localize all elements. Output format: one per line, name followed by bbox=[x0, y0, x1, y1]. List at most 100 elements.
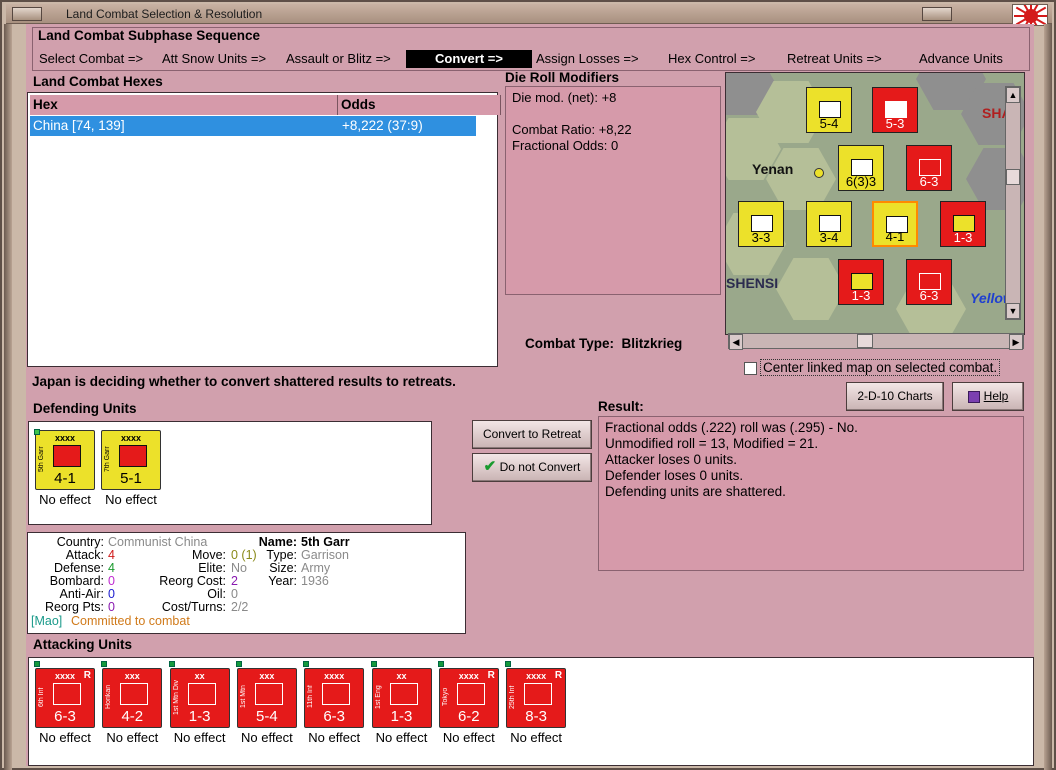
reserve-marker: R bbox=[487, 670, 495, 681]
result-panel: Fractional odds (.222) roll was (.295) -… bbox=[598, 416, 1024, 571]
scroll-thumb[interactable] bbox=[857, 334, 873, 348]
die-roll-modifiers-title: Die Roll Modifiers bbox=[505, 70, 620, 85]
help-label: Help bbox=[983, 389, 1009, 403]
map-counter[interactable]: 5-4 bbox=[806, 87, 852, 133]
garrison-icon bbox=[119, 445, 147, 467]
map-counter-selected[interactable]: 4-1 bbox=[872, 201, 918, 247]
unit-counter: xxxx 25th Inf 8-3 R bbox=[506, 668, 567, 728]
linked-map[interactable]: Yenan SHENSI Yellow SHA 5-4 5-3 6(3)3 6-… bbox=[725, 72, 1025, 335]
unit-counter: xxxx Tokyo 6-2 R bbox=[438, 668, 499, 728]
unit-strength: 8-3 bbox=[525, 708, 547, 725]
column-header-odds[interactable]: Odds bbox=[338, 95, 501, 115]
map-label-shensi: SHENSI bbox=[726, 275, 779, 291]
minimize-button[interactable] bbox=[922, 7, 952, 21]
result-title: Result: bbox=[598, 399, 644, 414]
center-linked-map-label[interactable]: Center linked map on selected combat. bbox=[760, 359, 1001, 376]
combat-type-label: Combat Type: bbox=[525, 336, 615, 351]
do-not-convert-label: Do not Convert bbox=[499, 460, 581, 474]
scroll-thumb[interactable] bbox=[1006, 169, 1020, 185]
status-dot-icon bbox=[505, 661, 512, 667]
scroll-down-icon[interactable]: ▼ bbox=[1006, 303, 1020, 319]
phase-att-snow-units: Att Snow Units => bbox=[162, 51, 267, 66]
year-label: Year: bbox=[268, 574, 297, 588]
unit-counter: xxxx 6th Inf 6-3 R bbox=[35, 668, 95, 728]
unit-effect: No effect bbox=[39, 730, 91, 745]
land-combat-hexes-title: Land Combat Hexes bbox=[33, 74, 163, 89]
scroll-left-icon[interactable]: ◀ bbox=[729, 334, 743, 350]
unit-type-icon bbox=[254, 683, 283, 705]
unit-strength: 6-2 bbox=[457, 708, 480, 725]
frame-right bbox=[1044, 24, 1052, 770]
unit-type-icon bbox=[456, 683, 485, 705]
unit-effect: No effect bbox=[106, 730, 159, 745]
map-counter[interactable]: 6(3)3 bbox=[838, 145, 884, 191]
status-dot-icon bbox=[437, 661, 444, 667]
phase-convert-current: Convert => bbox=[406, 50, 532, 68]
status-dot-icon bbox=[34, 661, 40, 667]
map-vertical-scrollbar[interactable]: ▲ ▼ bbox=[1005, 86, 1021, 320]
unit-type-icon bbox=[524, 683, 553, 705]
hex-cell: China [74, 139] bbox=[33, 118, 125, 133]
status-dot-icon bbox=[370, 661, 377, 667]
map-counter[interactable]: 3-3 bbox=[738, 201, 784, 247]
table-row[interactable]: China [74, 139] +8,222 (37:9) bbox=[30, 116, 476, 136]
map-horizontal-scrollbar[interactable]: ◀ ▶ bbox=[728, 333, 1024, 350]
leader-value: [Mao] bbox=[31, 614, 63, 628]
unit-effect: No effect bbox=[510, 730, 562, 745]
map-counter[interactable]: 6-3 bbox=[906, 145, 952, 191]
phase-assault-or-blitz: Assault or Blitz => bbox=[286, 51, 391, 66]
scroll-up-icon[interactable]: ▲ bbox=[1006, 87, 1020, 103]
phase-retreat-units: Retreat Units => bbox=[787, 51, 882, 66]
status-dot-icon bbox=[168, 661, 175, 667]
map-counter[interactable]: 1-3 bbox=[940, 201, 986, 247]
unit-strength: 4-1 bbox=[54, 470, 76, 487]
unit-type-icon bbox=[187, 683, 216, 705]
do-not-convert-button[interactable]: ✔ Do not Convert bbox=[472, 453, 592, 482]
result-line: Attacker loses 0 units. bbox=[605, 452, 738, 467]
unit-type-icon bbox=[322, 683, 351, 705]
status-message: Japan is deciding whether to convert sha… bbox=[32, 374, 456, 389]
help-button[interactable]: Help bbox=[952, 382, 1024, 411]
odds-cell: +8,222 (37:9) bbox=[342, 118, 423, 133]
unit-type-icon bbox=[389, 683, 418, 705]
status-value: Committed to combat bbox=[71, 614, 190, 628]
unit-effect: No effect bbox=[240, 730, 293, 745]
result-line: Defender loses 0 units. bbox=[605, 468, 744, 483]
result-line: Fractional odds (.222) roll was (.295) -… bbox=[605, 420, 858, 435]
phase-sequence-title: Land Combat Subphase Sequence bbox=[38, 28, 261, 43]
unit-counter: xxx Horikan 4-2 bbox=[102, 668, 163, 728]
result-line: Unmodified roll = 13, Modified = 21. bbox=[605, 436, 819, 451]
reserve-marker: R bbox=[83, 670, 91, 681]
unit-info-panel: Country: Communist China Attack: 4 Defen… bbox=[27, 532, 466, 634]
map-label-yenan: Yenan bbox=[752, 161, 794, 177]
combat-type-value: Blitzkrieg bbox=[621, 336, 683, 351]
charts-button[interactable]: 2-D-10 Charts bbox=[846, 382, 944, 411]
unit-strength: 6-3 bbox=[54, 708, 76, 725]
map-counter[interactable]: 1-3 bbox=[838, 259, 884, 305]
unit-counter: xx 1st Eng 1-3 bbox=[371, 668, 432, 728]
combat-hexes-list[interactable]: Hex Odds China [74, 139] +8,222 (37:9) bbox=[27, 92, 501, 367]
system-menu-button[interactable] bbox=[12, 7, 42, 21]
convert-to-retreat-button[interactable]: Convert to Retreat bbox=[472, 420, 592, 449]
unit-strength: 1-3 bbox=[390, 708, 413, 725]
map-counter[interactable]: 6-3 bbox=[906, 259, 952, 305]
unit-effect: No effect bbox=[375, 730, 428, 745]
unit-counter: xx 1st Mtn Div 1-3 bbox=[169, 668, 230, 728]
unit-type-icon bbox=[120, 683, 149, 705]
unit-effect: No effect bbox=[173, 730, 226, 745]
defending-units-title: Defending Units bbox=[33, 401, 137, 416]
fractional-odds: Fractional Odds: 0 bbox=[512, 138, 619, 153]
center-linked-map-checkbox[interactable] bbox=[744, 362, 757, 375]
map-counter[interactable]: 3-4 bbox=[806, 201, 852, 247]
window-title: Land Combat Selection & Resolution bbox=[66, 7, 263, 21]
scroll-right-icon[interactable]: ▶ bbox=[1009, 334, 1023, 350]
help-book-icon bbox=[967, 390, 980, 403]
unit-counter: xxx 1st Mtn 5-4 bbox=[236, 668, 297, 728]
result-line: Defending units are shattered. bbox=[605, 484, 786, 499]
cost-turns-value: 2/2 bbox=[231, 600, 249, 614]
map-counter[interactable]: 5-3 bbox=[872, 87, 918, 133]
unit-type-icon bbox=[53, 683, 81, 705]
phase-select-combat: Select Combat => bbox=[39, 51, 144, 66]
unit-counter: xxxx 11th Inf 6-3 bbox=[304, 668, 365, 728]
column-header-hex[interactable]: Hex bbox=[30, 95, 338, 115]
